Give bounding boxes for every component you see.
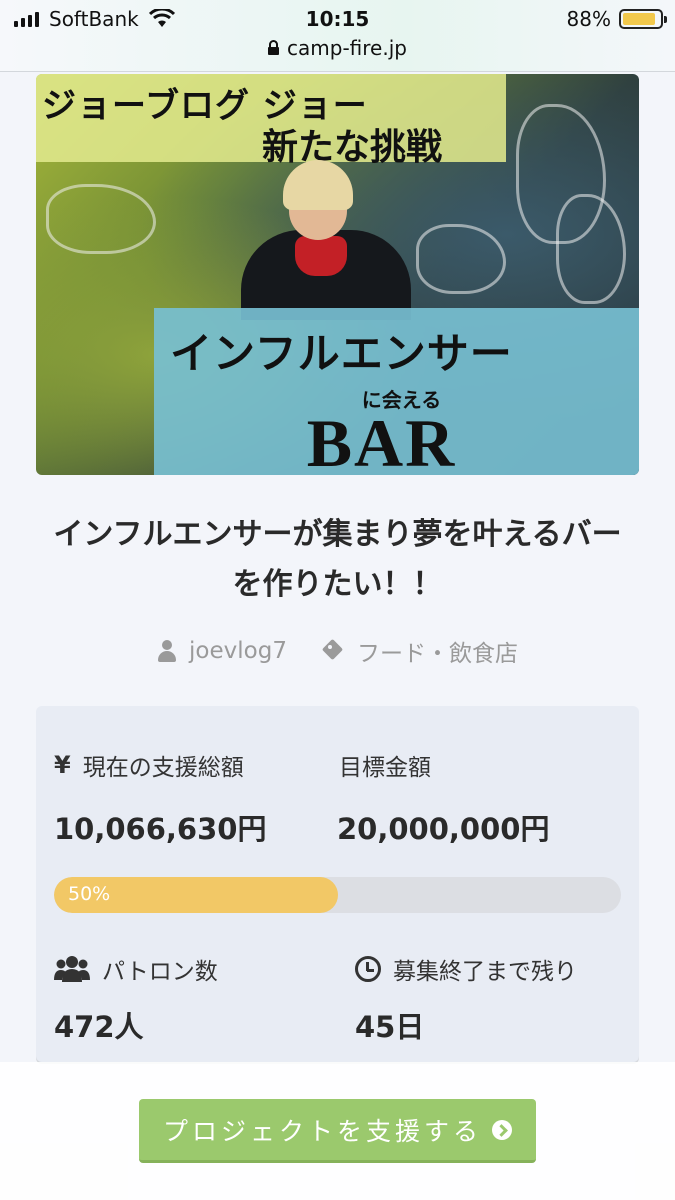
patrons-value: 472人 [54, 1010, 144, 1044]
lock-icon [268, 40, 280, 55]
hero-text-line5: BAR [306, 405, 457, 475]
patrons-label-row: パトロン数 [54, 952, 218, 986]
hero-text-line3: インフルエンサー [170, 329, 513, 378]
graffiti-shape [416, 224, 506, 294]
category-link[interactable]: フード・飲食店 [321, 634, 518, 668]
current-amount-label: 現在の支援総額 [82, 755, 244, 781]
url-text: camp-fire.jp [287, 36, 407, 60]
goal-amount-value: 20,000,000円 [337, 812, 550, 846]
yen-icon: ¥ [54, 751, 71, 779]
group-icon [54, 956, 90, 982]
funding-stats-card: ¥ 現在の支援総額 目標金額 10,066,630円 20,000,000円 5… [36, 706, 639, 1062]
status-right: 88% [566, 7, 667, 31]
remaining-value: 45日 [355, 1010, 425, 1044]
progress-percent: 50% [68, 883, 111, 905]
tag-icon [321, 638, 345, 662]
goal-amount-label: 目標金額 [339, 755, 431, 781]
current-amount-label-row: ¥ 現在の支援総額 [54, 748, 244, 782]
patrons-label: パトロン数 [102, 959, 218, 985]
chevron-right-circle-icon [492, 1119, 512, 1140]
author-link[interactable]: joevlog7 [157, 634, 287, 668]
author-name: joevlog7 [189, 638, 287, 664]
graffiti-shape [556, 194, 626, 304]
support-button-label: プロジェクトを支援する [162, 1116, 482, 1146]
address-bar[interactable]: camp-fire.jp [0, 36, 675, 60]
user-icon [157, 640, 177, 662]
goal-amount-label-row: 目標金額 [339, 748, 431, 782]
funding-progress-bar: 50% [54, 877, 621, 913]
current-amount-value: 10,066,630円 [54, 812, 267, 846]
clock-icon [355, 956, 381, 982]
graffiti-shape [46, 184, 156, 254]
project-meta: joevlog7 フード・飲食店 [0, 634, 675, 668]
remaining-label: 募集終了まで残り [393, 959, 577, 985]
person-photo [241, 160, 411, 320]
project-title: インフルエンサーが集まり夢を叶えるバーを作りたい！！ [53, 517, 622, 602]
battery-percent: 88% [566, 7, 611, 31]
hero-bottom-banner: インフルエンサー に会える BAR [154, 308, 639, 475]
battery-icon [619, 9, 667, 29]
project-hero-image[interactable]: ジョーブログ ジョー 新たな挑戦 インフルエンサー に会える BAR [36, 74, 639, 475]
support-project-button[interactable]: プロジェクトを支援する [139, 1099, 536, 1163]
ios-status-bar: SoftBank 10:15 88% camp-fire.jp [0, 0, 675, 72]
hero-top-banner: ジョーブログ ジョー 新たな挑戦 [36, 74, 506, 168]
remaining-label-row: 募集終了まで残り [355, 952, 577, 986]
category-name: フード・飲食店 [356, 641, 518, 667]
battery-level [623, 13, 655, 25]
